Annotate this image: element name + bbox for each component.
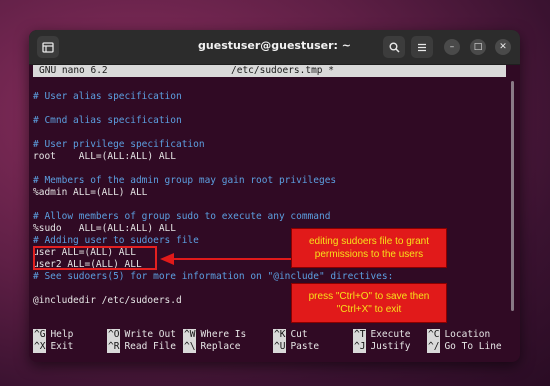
callout-edit-line1: editing sudoers file to grant (308, 236, 430, 247)
shortcut-exit[interactable]: ^X Exit (33, 341, 73, 353)
hamburger-menu-icon (418, 43, 426, 51)
shortcut-key: ^T (353, 329, 367, 341)
shortcut-where-is[interactable]: ^W Where Is (183, 329, 246, 341)
shortcut-label: Justify (370, 341, 411, 352)
titlebar: guestuser@guestuser: ~ – □ ✕ (29, 30, 520, 65)
shortcut-label: Cut (290, 329, 308, 340)
shortcut-execute[interactable]: ^T Execute (353, 329, 411, 341)
shortcut-label: Execute (370, 329, 411, 340)
shortcut-label: Write Out (124, 329, 176, 340)
editor-line: # User privilege specification (33, 139, 205, 150)
search-button[interactable] (383, 36, 405, 58)
editor-line: root ALL=(ALL:ALL) ALL (33, 151, 176, 162)
shortcut-label: Exit (50, 341, 74, 352)
minimize-button[interactable]: – (444, 39, 460, 55)
callout-edit-line2: permissions to the users (314, 249, 424, 260)
scrollbar-thumb[interactable] (511, 81, 514, 311)
maximize-button[interactable]: □ (470, 39, 486, 55)
callout-save-line2: "Ctrl+X" to exit (336, 304, 402, 315)
highlight-box (33, 246, 157, 270)
shortcut-go-to-line[interactable]: ^/Go To Line (427, 341, 502, 353)
shortcut-label: Paste (290, 341, 320, 352)
editor-line: # See sudoers(5) for more information on… (33, 271, 394, 282)
shortcut-cut[interactable]: ^K Cut (273, 329, 308, 341)
shortcut-read-file[interactable]: ^R Read File (107, 341, 176, 353)
shortcut-key: ^C (427, 329, 441, 341)
shortcut-label: Read File (124, 341, 176, 352)
editor-line: # Members of the admin group may gain ro… (33, 175, 337, 186)
callout-edit-sudoers: editing sudoers file to grant permission… (291, 228, 447, 268)
shortcut-key: ^W (183, 329, 197, 341)
menu-button[interactable] (411, 36, 433, 58)
editor-line: # Allow members of group sudo to execute… (33, 211, 331, 222)
shortcut-location[interactable]: ^C Location (427, 329, 490, 341)
arrow-icon (160, 253, 294, 265)
callout-save-line1: press "Ctrl+O" to save then (308, 291, 430, 302)
editor-line: # User alias specification (33, 91, 182, 102)
new-tab-button[interactable] (37, 36, 59, 58)
shortcut-key: ^U (273, 341, 287, 353)
maximize-icon: □ (473, 41, 483, 52)
shortcut-key: ^O (107, 329, 121, 341)
nano-header-bar: GNU nano 6.2 /etc/sudoers.tmp * (33, 65, 506, 77)
new-tab-icon (42, 41, 54, 53)
nano-filename: /etc/sudoers.tmp * (231, 65, 334, 76)
nano-shortcut-bar: ^G Help ^O Write Out ^W Where Is ^K Cut ^T Execut… (33, 327, 506, 357)
shortcut-key: ^K (273, 329, 287, 341)
shortcut-replace[interactable]: ^\ Replace (183, 341, 241, 353)
scrollbar[interactable] (510, 79, 516, 357)
shortcut-write-out[interactable]: ^O Write Out (107, 329, 176, 341)
shortcut-key: ^G (33, 329, 47, 341)
shortcut-label: Replace (200, 341, 241, 352)
shortcut-key: ^J (353, 341, 367, 353)
shortcut-label: Location (444, 329, 491, 340)
editor-line: # Cmnd alias specification (33, 115, 182, 126)
shortcut-key: ^\ (183, 341, 197, 353)
shortcut-label: Go To Line (444, 341, 502, 352)
callout-save-exit: press "Ctrl+O" to save then "Ctrl+X" to … (291, 283, 447, 323)
shortcut-paste[interactable]: ^U Paste (273, 341, 319, 353)
minimize-icon: – (449, 41, 455, 52)
shortcut-help[interactable]: ^G Help (33, 329, 73, 341)
shortcut-key: ^/ (427, 341, 441, 353)
close-button[interactable]: ✕ (495, 39, 511, 55)
shortcut-key: ^X (33, 341, 47, 353)
shortcut-label: Help (50, 329, 74, 340)
shortcut-justify[interactable]: ^J Justify (353, 341, 411, 353)
shortcut-key: ^R (107, 341, 121, 353)
search-icon (389, 42, 400, 53)
close-icon: ✕ (499, 41, 507, 52)
shortcut-label: Where Is (200, 329, 247, 340)
nano-version: GNU nano 6.2 (39, 65, 108, 76)
editor-line: %admin ALL=(ALL) ALL (33, 187, 148, 198)
